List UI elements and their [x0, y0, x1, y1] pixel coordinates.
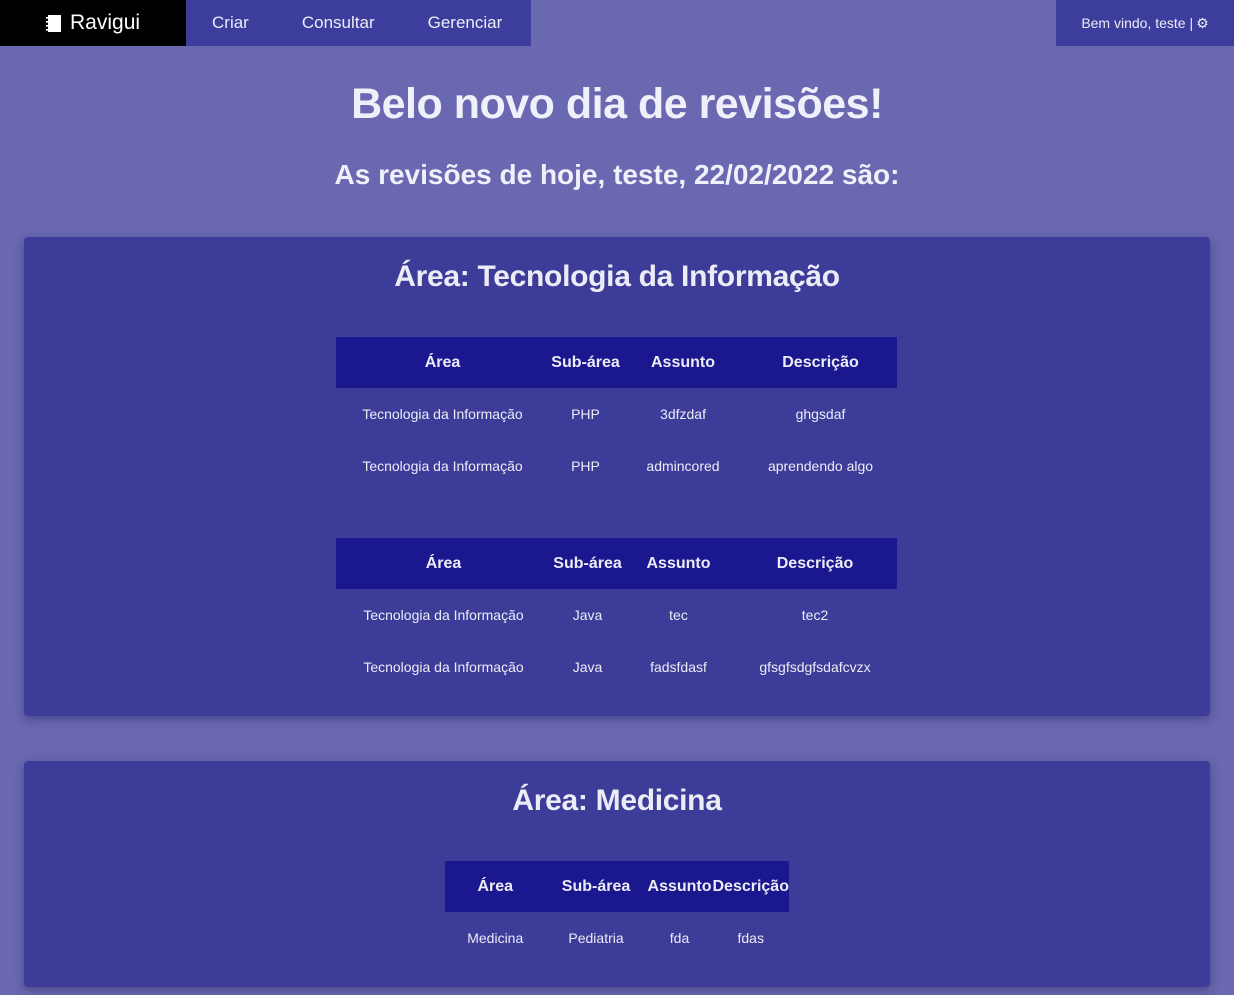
header-assunto: Assunto	[624, 538, 733, 589]
cell-descricao: gfsgfsdgfsdafcvzx	[759, 659, 871, 675]
nav-link-consultar[interactable]: Consultar	[302, 13, 375, 33]
header-descricao: Descrição	[712, 861, 789, 912]
area-title: Área: Medicina	[512, 784, 722, 817]
header-area: Área	[336, 538, 551, 589]
gear-icon[interactable]: ⚙	[1196, 15, 1209, 32]
table-row: Tecnologia da Informação PHP admincored …	[336, 440, 897, 492]
cell-area: Medicina	[467, 930, 524, 946]
top-navbar: Ravigui Criar Consultar Gerenciar Bem vi…	[0, 0, 1234, 46]
cell-sub-area: PHP	[571, 406, 600, 422]
header-sub-area: Sub-área	[549, 337, 622, 388]
table-row: Tecnologia da Informação Java fadsfdasf …	[336, 641, 897, 693]
header-descricao: Descrição	[733, 538, 897, 589]
table-row: Medicina Pediatria fda fdas	[445, 912, 789, 964]
header-area: Área	[445, 861, 546, 912]
table-row: Tecnologia da Informação Java tec tec2	[336, 589, 897, 641]
cell-sub-area: Java	[572, 659, 603, 675]
cell-sub-area: Java	[572, 607, 603, 623]
cell-assunto: fadsfdasf	[650, 659, 707, 675]
cell-sub-area: Pediatria	[568, 930, 624, 946]
cell-sub-area: PHP	[571, 458, 600, 474]
cell-assunto: admincored	[646, 458, 720, 474]
review-table: Área Sub-área Assunto Descrição Tecnolog…	[336, 337, 897, 492]
cell-area: Tecnologia da Informação	[362, 406, 523, 422]
cell-area: Tecnologia da Informação	[363, 659, 524, 675]
table-header-row: Área Sub-área Assunto Descrição	[336, 337, 897, 388]
review-table: Área Sub-área Assunto Descrição Medicina…	[445, 861, 789, 964]
brand-name: Ravigui	[70, 11, 141, 34]
review-table: Área Sub-área Assunto Descrição Tecnolog…	[336, 538, 897, 693]
cell-area: Tecnologia da Informação	[363, 607, 524, 623]
cell-area: Tecnologia da Informação	[362, 458, 523, 474]
header-area: Área	[336, 337, 549, 388]
cell-descricao: ghgsdaf	[795, 406, 846, 422]
nav-link-gerenciar[interactable]: Gerenciar	[428, 13, 503, 33]
notebook-icon	[46, 14, 61, 32]
page-title: Belo novo dia de revisões!	[351, 80, 883, 128]
cell-assunto: tec	[669, 607, 688, 623]
cell-descricao: aprendendo algo	[767, 458, 874, 474]
table-header-row: Área Sub-área Assunto Descrição	[445, 861, 789, 912]
header-descricao: Descrição	[744, 337, 897, 388]
page-subtitle: As revisões de hoje, teste, 22/02/2022 s…	[334, 159, 900, 190]
nav-links: Criar Consultar Gerenciar	[186, 0, 531, 46]
welcome-area: Bem vindo, teste | ⚙	[1056, 0, 1234, 46]
area-card-medicina: Área: Medicina Área Sub-área Assunto Des…	[24, 761, 1210, 987]
welcome-text: Bem vindo, teste |	[1081, 15, 1194, 31]
header-assunto: Assunto	[622, 337, 744, 388]
cell-descricao: tec2	[801, 607, 829, 623]
table-row: Tecnologia da Informação PHP 3dfzdaf ghg…	[336, 388, 897, 440]
area-title: Área: Tecnologia da Informação	[394, 260, 840, 293]
header-assunto: Assunto	[646, 861, 713, 912]
header-sub-area: Sub-área	[551, 538, 624, 589]
area-card-tecnologia: Área: Tecnologia da Informação Área Sub-…	[24, 237, 1210, 716]
cell-assunto: 3dfzdaf	[660, 406, 706, 422]
cell-descricao: fdas	[737, 930, 764, 946]
nav-link-criar[interactable]: Criar	[212, 13, 249, 33]
brand-link[interactable]: Ravigui	[0, 0, 186, 46]
cell-assunto: fda	[669, 930, 690, 946]
table-header-row: Área Sub-área Assunto Descrição	[336, 538, 897, 589]
header-sub-area: Sub-área	[545, 861, 647, 912]
